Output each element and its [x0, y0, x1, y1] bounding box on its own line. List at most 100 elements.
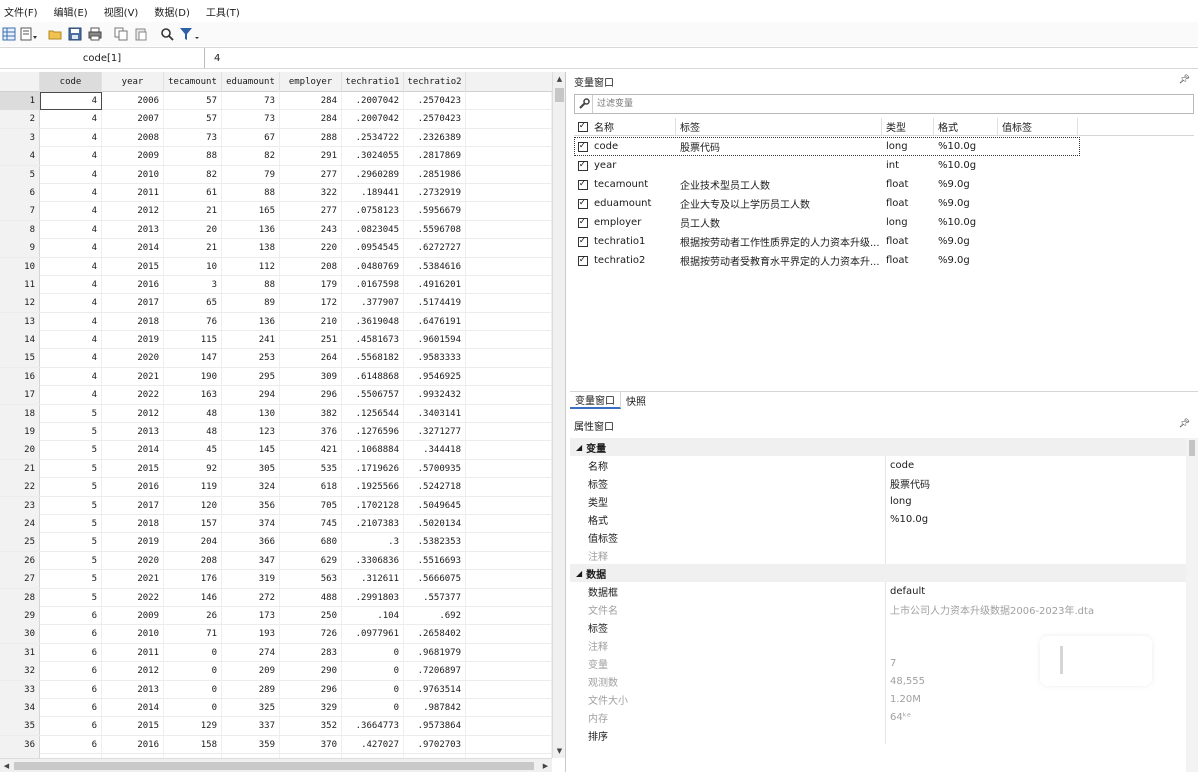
table-cell-year[interactable]: 2015: [102, 257, 164, 276]
table-cell-eduamount[interactable]: 136: [222, 312, 280, 331]
table-cell-techratio2[interactable]: .9763514: [404, 680, 466, 699]
table-cell-tecamount[interactable]: 204: [164, 533, 222, 552]
table-cell-techratio1[interactable]: .2007042: [342, 110, 404, 129]
table-cell-techratio1[interactable]: .2107383: [342, 514, 404, 533]
table-cell-techratio2[interactable]: .9546925: [404, 367, 466, 386]
table-row[interactable]: 10 4 2015 10 112 208.0480769.5384616: [0, 257, 552, 276]
variable-row-techratio1[interactable]: ✓ techratio1 根据按劳动者工作性质界定的人力资本升级... float %9…: [574, 232, 1194, 251]
table-cell-techratio1[interactable]: .3: [342, 533, 404, 552]
table-cell-code[interactable]: 4: [40, 331, 102, 350]
table-cell-year[interactable]: 2015: [102, 459, 164, 478]
table-cell-techratio1[interactable]: .5506757: [342, 386, 404, 405]
data-property-row[interactable]: 排序: [570, 726, 1198, 744]
table-cell-techratio1[interactable]: .1068884: [342, 441, 404, 460]
table-cell-year[interactable]: 2016: [102, 478, 164, 497]
table-cell-code[interactable]: 5: [40, 423, 102, 442]
table-cell-tecamount[interactable]: 76: [164, 312, 222, 331]
table-cell-code[interactable]: 4: [40, 312, 102, 331]
table-cell-year[interactable]: 2017: [102, 496, 164, 515]
row-number[interactable]: 11: [0, 275, 40, 294]
row-number[interactable]: 19: [0, 423, 40, 442]
table-cell-year[interactable]: 2013: [102, 680, 164, 699]
table-cell-techratio1[interactable]: .4581673: [342, 331, 404, 350]
table-cell-eduamount[interactable]: 347: [222, 551, 280, 570]
paste-icon[interactable]: [132, 25, 150, 43]
table-cell-employer[interactable]: 745: [280, 514, 342, 533]
table-row[interactable]: 3 4 2008 73 67 288.2534722.2326389: [0, 128, 552, 148]
table-cell-techratio2[interactable]: .9601594: [404, 331, 466, 350]
property-value[interactable]: default: [886, 582, 925, 600]
column-header[interactable]: code: [40, 72, 102, 92]
table-cell-code[interactable]: 4: [40, 349, 102, 368]
row-number[interactable]: 10: [0, 257, 40, 276]
table-cell-eduamount[interactable]: 165: [222, 202, 280, 221]
table-cell-year[interactable]: 2012: [102, 202, 164, 221]
table-cell-employer[interactable]: 291: [280, 147, 342, 166]
table-cell-employer[interactable]: 618: [280, 478, 342, 497]
table-cell-tecamount[interactable]: 163: [164, 386, 222, 405]
table-cell-eduamount[interactable]: 88: [222, 275, 280, 294]
table-cell-code[interactable]: 4: [40, 92, 102, 110]
export-icon[interactable]: [20, 25, 38, 43]
table-row[interactable]: 30 6 2010 71 193 726.0977961.2658402: [0, 625, 552, 644]
row-number[interactable]: 21: [0, 459, 40, 478]
data-property-row[interactable]: 文件大小 1.20M: [570, 690, 1198, 708]
table-cell-techratio1[interactable]: .3024055: [342, 147, 404, 166]
table-cell-tecamount[interactable]: 48: [164, 423, 222, 442]
table-cell-year[interactable]: 2018: [102, 514, 164, 533]
table-cell-employer[interactable]: 352: [280, 717, 342, 736]
table-row[interactable]: 36 6 2016 158 359 370.427027.9702703: [0, 735, 552, 755]
table-cell-techratio1[interactable]: 0: [342, 680, 404, 699]
table-cell-tecamount[interactable]: 45: [164, 441, 222, 460]
table-cell-techratio1[interactable]: .2991803: [342, 588, 404, 607]
table-cell-code[interactable]: 5: [40, 514, 102, 533]
table-cell-eduamount[interactable]: 295: [222, 367, 280, 386]
table-cell-techratio2[interactable]: .5700935: [404, 459, 466, 478]
table-cell-tecamount[interactable]: 26: [164, 606, 222, 625]
table-cell-techratio2[interactable]: .2658402: [404, 625, 466, 644]
column-header[interactable]: techratio2: [404, 72, 466, 92]
table-row[interactable]: 18 5 2012 48 130 382.1256544.3403141: [0, 404, 552, 424]
table-cell-techratio1[interactable]: .189441: [342, 183, 404, 202]
variable-row-tecamount[interactable]: ✓ tecamount 企业技术型员工人数 float %9.0g: [574, 175, 1194, 194]
table-cell-year[interactable]: 2012: [102, 662, 164, 681]
table-cell-tecamount[interactable]: 57: [164, 92, 222, 110]
table-cell-tecamount[interactable]: 48: [164, 404, 222, 423]
table-row[interactable]: 22 5 2016 119 324 618.1925566.5242718: [0, 478, 552, 497]
table-cell-code[interactable]: 4: [40, 128, 102, 147]
table-cell-code[interactable]: 5: [40, 496, 102, 515]
property-value[interactable]: [886, 726, 890, 744]
header-format[interactable]: 格式: [934, 117, 998, 136]
table-row[interactable]: 24 5 2018 157 374 745.2107383.5020134: [0, 514, 552, 534]
search-icon[interactable]: [158, 25, 176, 43]
table-cell-eduamount[interactable]: 294: [222, 386, 280, 405]
table-row[interactable]: 25 5 2019 204 366 680.3.5382353: [0, 533, 552, 552]
table-cell-techratio2[interactable]: .692: [404, 606, 466, 625]
table-cell-code[interactable]: 4: [40, 275, 102, 294]
properties-scrollbar[interactable]: [1186, 438, 1198, 772]
table-cell-year[interactable]: 2013: [102, 423, 164, 442]
variable-checkbox[interactable]: ✓: [574, 175, 590, 194]
table-cell-techratio2[interactable]: .5382353: [404, 533, 466, 552]
table-cell-employer[interactable]: 296: [280, 386, 342, 405]
table-row[interactable]: 14 4 2019 115 241 251.4581673.9601594: [0, 331, 552, 350]
table-row[interactable]: 27 5 2021 176 319 563.312611.5666075: [0, 570, 552, 589]
table-cell-techratio2[interactable]: .987842: [404, 698, 466, 717]
table-cell-employer[interactable]: 726: [280, 625, 342, 644]
table-cell-tecamount[interactable]: 88: [164, 147, 222, 166]
table-cell-techratio2[interactable]: .6476191: [404, 312, 466, 331]
scroll-right-arrow-icon[interactable]: ▶: [539, 759, 552, 772]
table-cell-employer[interactable]: 382: [280, 404, 342, 423]
row-number[interactable]: 4: [0, 147, 40, 166]
table-cell-year[interactable]: 2011: [102, 183, 164, 202]
table-cell-tecamount[interactable]: 119: [164, 478, 222, 497]
table-row[interactable]: 20 5 2014 45 145 421.1068884.344418: [0, 441, 552, 460]
table-cell-tecamount[interactable]: 0: [164, 698, 222, 717]
table-cell-code[interactable]: 5: [40, 533, 102, 552]
table-row[interactable]: 34 6 2014 0 325 329 0.987842: [0, 698, 552, 718]
table-cell-tecamount[interactable]: 0: [164, 680, 222, 699]
select-all-checkbox[interactable]: ✓: [574, 118, 590, 136]
table-cell-code[interactable]: 5: [40, 404, 102, 423]
variable-row-code[interactable]: ✓ code 股票代码 long %10.0g: [574, 137, 1080, 156]
row-number[interactable]: 23: [0, 496, 40, 515]
